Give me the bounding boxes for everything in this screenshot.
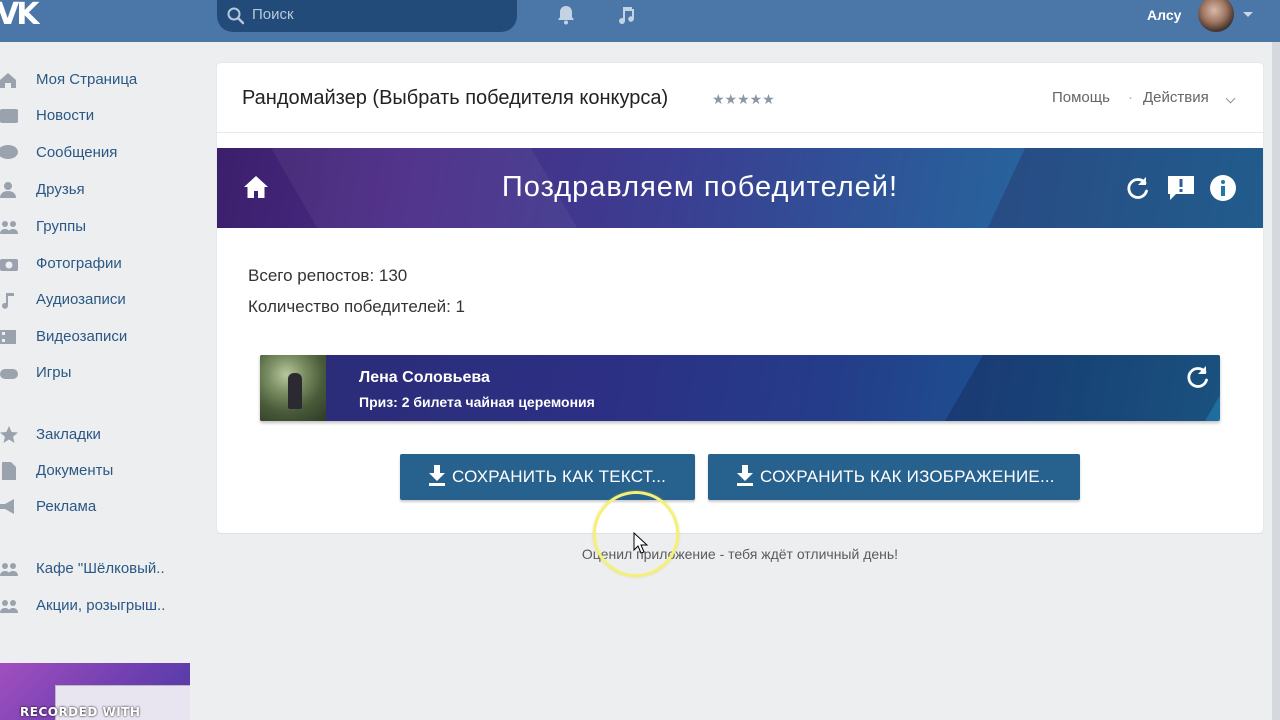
sidebar-item-ads[interactable]: Реклама <box>0 491 200 521</box>
sidebar-item-audio[interactable]: Аудиозаписи <box>0 284 200 314</box>
sidebar-item-label: Игры <box>36 364 72 381</box>
sidebar-item-photos[interactable]: Фотографии <box>0 248 200 278</box>
actions-menu[interactable]: Действия <box>1143 89 1209 106</box>
groups-icon <box>0 221 18 234</box>
winner-name[interactable]: Лена Соловьева <box>359 369 490 387</box>
bell-icon[interactable] <box>554 3 578 27</box>
search-icon <box>227 7 245 25</box>
chevron-down-icon[interactable] <box>1243 12 1253 17</box>
promo-text: RECORDED WITH <box>20 705 141 719</box>
group-icon <box>0 563 18 576</box>
refresh-icon[interactable] <box>1125 175 1151 201</box>
messages-icon <box>0 145 18 159</box>
sidebar-item-label: Видеозаписи <box>36 328 128 345</box>
save-as-image-button[interactable]: СОХРАНИТЬ КАК ИЗОБРАЖЕНИЕ... <box>708 454 1080 500</box>
sidebar-item-label: Акции, розыгрыш.. <box>36 597 166 614</box>
sidebar-item-friends[interactable]: Друзья <box>0 174 200 204</box>
rating-stars[interactable]: ★★★★★ <box>712 91 775 108</box>
sidebar-item-label: Группы <box>36 218 86 235</box>
sidebar-item-label: Аудиозаписи <box>36 291 126 308</box>
sidebar-item-messages[interactable]: Сообщения <box>0 137 200 167</box>
sidebar-item-label: Документы <box>36 462 114 479</box>
home-icon <box>0 73 16 88</box>
friends-icon <box>0 182 16 198</box>
sidebar-item-label: Реклама <box>36 498 97 515</box>
document-icon <box>2 462 16 480</box>
sidebar-item-label: Закладки <box>36 426 101 443</box>
separator: · <box>1128 89 1133 106</box>
sidebar-item-label: Новости <box>36 107 95 124</box>
help-link[interactable]: Помощь <box>1052 89 1110 106</box>
camera-icon <box>0 259 18 271</box>
sidebar-item-label: Сообщения <box>36 144 118 161</box>
search-placeholder: Поиск <box>252 6 294 23</box>
sidebar-item-label: Фотографии <box>36 255 122 272</box>
app-header: Рандомайзер (Выбрать победителя конкурса… <box>217 63 1263 133</box>
app-panel: Рандомайзер (Выбрать победителя конкурса… <box>217 63 1263 533</box>
save-as-image-label: СОХРАНИТЬ КАК ИЗОБРАЖЕНИЕ... <box>760 467 1055 486</box>
winner-prize: Приз: 2 билета чайная церемония <box>359 394 595 410</box>
winners-count: Количество победителей: 1 <box>248 297 465 316</box>
top-bar: VK Поиск Алсу <box>0 0 1280 42</box>
download-icon <box>737 465 753 486</box>
avatar[interactable] <box>1198 0 1234 32</box>
winner-card: Лена Соловьева Приз: 2 билета чайная цер… <box>260 355 1220 421</box>
sidebar-item-groups[interactable]: Группы <box>0 211 200 241</box>
sidebar-item-group-promo[interactable]: Акции, розыгрыш.. <box>0 590 200 620</box>
winner-avatar[interactable] <box>260 355 326 421</box>
sidebar-item-games[interactable]: Игры <box>0 357 200 387</box>
sidebar-item-label: Моя Страница <box>36 71 138 88</box>
congrats-banner: Поздравляем победителей! <box>217 148 1263 228</box>
total-reposts: Всего репостов: 130 <box>248 266 408 285</box>
sidebar-item-label: Друзья <box>36 181 85 198</box>
video-icon <box>0 330 16 344</box>
sidebar-item-bookmarks[interactable]: Закладки <box>0 419 200 449</box>
info-icon[interactable] <box>1209 174 1237 202</box>
gamepad-icon <box>0 369 18 379</box>
chevron-down-icon[interactable] <box>1225 93 1236 104</box>
sidebar-item-group-cafe[interactable]: Кафе "Шёлковый.. <box>0 553 200 583</box>
music-note-icon[interactable] <box>614 3 638 27</box>
app-title: Рандомайзер (Выбрать победителя конкурса… <box>242 87 669 109</box>
rate-app-note: Оценил приложение - тебя ждёт отличный д… <box>581 546 899 562</box>
mouse-cursor-icon <box>633 532 649 554</box>
save-as-text-label: СОХРАНИТЬ КАК ТЕКСТ... <box>452 467 667 486</box>
save-as-text-button[interactable]: СОХРАНИТЬ КАК ТЕКСТ... <box>400 454 695 500</box>
group-icon <box>0 600 18 613</box>
promo-banner[interactable]: RECORDED WITH <box>0 663 190 720</box>
sidebar-item-news[interactable]: Новости <box>0 100 200 130</box>
megaphone-icon <box>0 499 14 514</box>
refresh-icon[interactable] <box>1185 364 1211 390</box>
banner-title: Поздравляем победителей! <box>501 171 899 203</box>
sidebar-item-video[interactable]: Видеозаписи <box>0 321 200 351</box>
feedback-icon[interactable] <box>1167 175 1195 201</box>
sidebar-item-documents[interactable]: Документы <box>0 455 200 485</box>
vk-logo[interactable]: VK <box>0 0 46 32</box>
sidebar-item-label: Кафе "Шёлковый.. <box>36 560 165 577</box>
username[interactable]: Алсу <box>1147 7 1181 23</box>
star-icon <box>0 426 18 443</box>
music-icon <box>2 293 14 309</box>
news-icon <box>0 109 18 123</box>
download-icon <box>429 465 445 486</box>
sidebar-item-my-page[interactable]: Моя Страница <box>0 64 200 94</box>
scrollbar[interactable] <box>1272 42 1280 720</box>
